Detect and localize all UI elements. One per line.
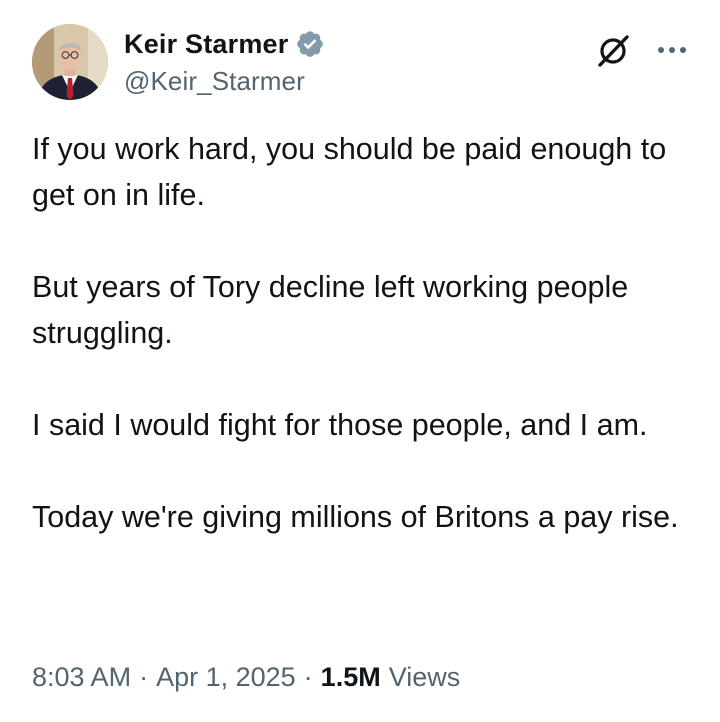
tweet-paragraph: If you work hard, you should be paid eno…	[32, 132, 667, 212]
views-label: Views	[388, 662, 461, 692]
tweet-text: If you work hard, you should be paid eno…	[32, 126, 692, 540]
avatar-image	[32, 24, 108, 100]
tweet-header: Keir Starmer @Keir_Starmer	[32, 24, 692, 104]
avatar[interactable]	[32, 24, 108, 100]
grok-icon[interactable]	[594, 30, 634, 70]
tweet-metadata: 8:03 AM · Apr 1, 2025 · 1.5M Views	[32, 662, 460, 693]
display-name[interactable]: Keir Starmer	[124, 29, 288, 60]
handle[interactable]: @Keir_Starmer	[124, 66, 325, 97]
post-time[interactable]: 8:03 AM	[32, 662, 131, 693]
name-row: Keir Starmer	[124, 26, 325, 62]
views-count: 1.5M	[320, 662, 381, 692]
verified-badge-icon[interactable]	[295, 29, 325, 59]
post-date[interactable]: Apr 1, 2025	[156, 662, 296, 693]
tweet-paragraph: But years of Tory decline left working p…	[32, 270, 629, 350]
separator: ·	[303, 662, 313, 692]
tweet-paragraph: Today we're giving millions of Britons a…	[32, 500, 679, 534]
tweet-paragraph: I said I would fight for those people, a…	[32, 408, 648, 442]
separator: ·	[139, 662, 149, 692]
author-info: Keir Starmer @Keir_Starmer	[124, 26, 325, 97]
more-options-icon[interactable]	[652, 32, 692, 68]
